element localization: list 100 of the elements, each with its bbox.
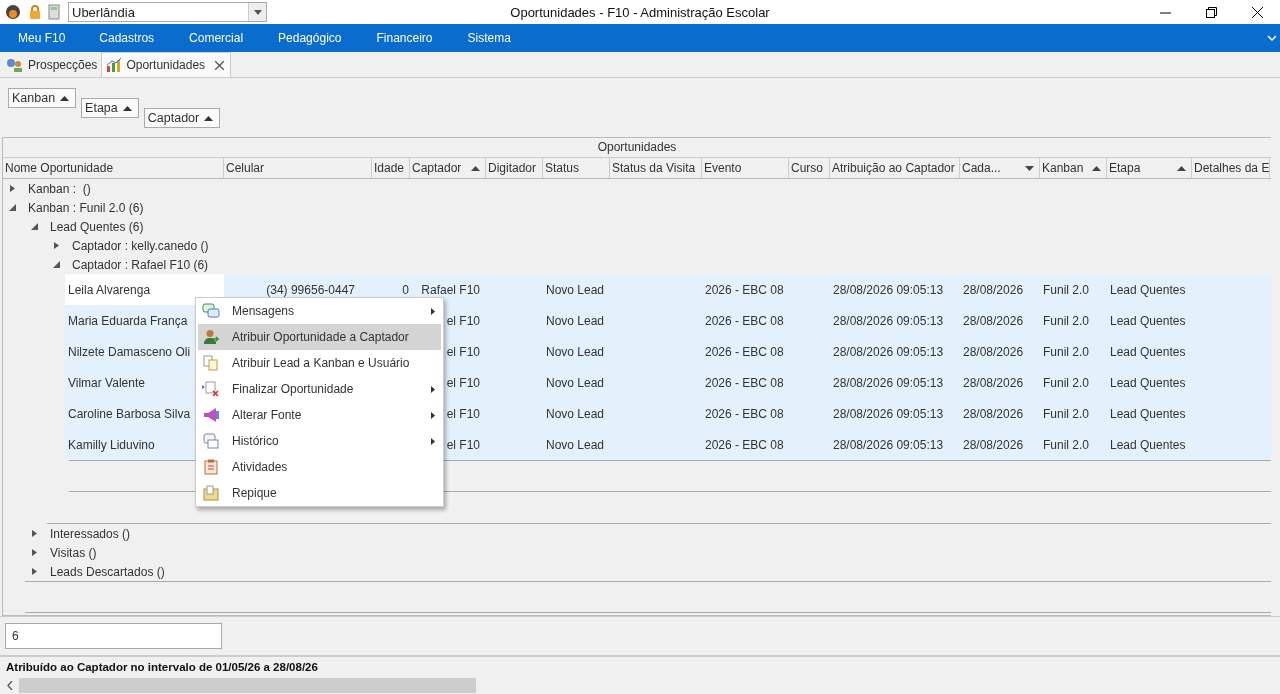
table-cell: el F10	[446, 313, 480, 328]
expand-arrow-icon[interactable]	[31, 549, 38, 556]
context-menu-item[interactable]: Atribuir Oportunidade a Captador	[198, 324, 441, 350]
tab[interactable]: Oportunidades	[101, 52, 232, 77]
scrollbar-thumb[interactable]	[19, 678, 476, 693]
document-icon	[203, 433, 219, 449]
column-header[interactable]: Detalhes da E	[1192, 158, 1270, 178]
table-cell: Vilmar Valente	[68, 375, 145, 390]
column-header[interactable]: Kanban	[1040, 158, 1107, 178]
group-row-label[interactable]: Interessados ()	[50, 526, 131, 541]
dropdown-caret-icon	[253, 9, 262, 15]
table-cell: 2026 - EBC 08	[705, 375, 784, 390]
table-cell: Lead Quentes	[1110, 406, 1186, 421]
table-cell: el F10	[446, 375, 480, 390]
column-header[interactable]: Status	[543, 158, 610, 178]
menu-item[interactable]: Financeiro	[376, 31, 433, 45]
menu-item[interactable]: Sistema	[467, 31, 511, 45]
table-cell: el F10	[446, 406, 480, 421]
table-cell: 28/08/2026 09:05:13	[833, 344, 944, 359]
group-row-label[interactable]: Captador : kelly.canedo ()	[72, 238, 209, 253]
column-header[interactable]: Cada...	[960, 158, 1040, 178]
column-header[interactable]: Celular	[224, 158, 372, 178]
column-header[interactable]: Nome Oportunidade	[3, 158, 224, 178]
data-row[interactable]: Leila Alvarenga (34) 99656-0447 0 Rafael F10 Novo Lead 2026 - EBC 08 28/08/2026 09:05:13 28/08/2026 Funil 2.0 Lead Quentes	[65, 274, 1271, 305]
collapse-arrow-icon[interactable]	[31, 223, 38, 230]
table-cell: Maria Eduarda França	[68, 313, 188, 328]
table-cell: 2026 - EBC 08	[705, 344, 784, 359]
context-menu-item[interactable]: Repique	[198, 480, 441, 506]
table-cell: 28/08/2026	[963, 313, 1024, 328]
table-cell: Funil 2.0	[1043, 406, 1090, 421]
table-cell: Funil 2.0	[1043, 437, 1090, 452]
expand-arrow-icon[interactable]	[53, 242, 60, 249]
count-field[interactable]: 6	[5, 623, 222, 649]
group-row-label[interactable]: Captador : Rafael F10 (6)	[72, 257, 209, 272]
column-header[interactable]: Digitador	[486, 158, 543, 178]
table-cell: Lead Quentes	[1110, 437, 1186, 452]
expand-arrow-icon[interactable]	[31, 568, 38, 575]
menu-item[interactable]: Pedagógico	[278, 31, 342, 45]
table-cell: 28/08/2026	[963, 282, 1024, 297]
lock-icon	[28, 4, 42, 20]
group-by-chip[interactable]: Etapa	[81, 98, 139, 118]
group-row-label[interactable]: Lead Quentes (6)	[50, 219, 144, 234]
table-cell: Novo Lead	[546, 282, 605, 297]
table-cell: el F10	[446, 344, 480, 359]
group-row-label[interactable]: Leads Descartados ()	[50, 564, 165, 579]
group-row-label[interactable]: Kanban : Funil 2.0 (6)	[28, 200, 144, 215]
clipboard-icon	[204, 459, 218, 475]
table-cell: 28/08/2026 09:05:13	[833, 437, 944, 452]
table-cell: Funil 2.0	[1043, 313, 1090, 328]
table-cell: 0	[402, 282, 409, 297]
menu-item[interactable]: Cadastros	[99, 31, 155, 45]
documents-icon	[203, 355, 219, 371]
group-row-label[interactable]: Visitas ()	[50, 545, 97, 560]
megaphone-icon	[202, 407, 220, 423]
band-header: Oportunidades	[3, 138, 1271, 158]
table-cell: Rafael F10	[421, 282, 480, 297]
table-cell: Novo Lead	[546, 406, 605, 421]
table-cell: 2026 - EBC 08	[705, 313, 784, 328]
group-by-chip[interactable]: Captador	[143, 108, 221, 128]
table-cell: 2026 - EBC 08	[705, 437, 784, 452]
column-header[interactable]: Curso	[789, 158, 830, 178]
context-menu-item[interactable]: Alterar Fonte	[198, 402, 441, 428]
window-title: Oportunidades - F10 - Administração Escolar	[510, 4, 770, 20]
app-logo-icon	[4, 4, 22, 20]
table-cell: 28/08/2026	[963, 437, 1024, 452]
close-tab-icon[interactable]	[215, 60, 225, 70]
scroll-left-icon[interactable]	[7, 681, 13, 690]
table-cell: Lead Quentes	[1110, 375, 1186, 390]
table-cell: Novo Lead	[546, 344, 605, 359]
people-search-icon	[6, 56, 24, 73]
table-cell: 28/08/2026	[963, 375, 1024, 390]
chart-icon	[106, 57, 123, 73]
table-cell: 2026 - EBC 08	[705, 282, 784, 297]
column-header[interactable]: Etapa	[1107, 158, 1192, 178]
group-by-chip[interactable]: Kanban	[8, 88, 77, 108]
table-cell: 2026 - EBC 08	[705, 406, 784, 421]
column-header[interactable]: Evento	[702, 158, 789, 178]
city-dropdown[interactable]: Uberlândia	[68, 2, 267, 22]
column-header[interactable]: Status da Visita	[610, 158, 702, 178]
table-cell: Nilzete Damasceno Oli	[68, 344, 191, 359]
expand-arrow-icon[interactable]	[9, 185, 16, 192]
collapse-arrow-icon[interactable]	[9, 204, 16, 211]
column-header[interactable]: Idade	[372, 158, 410, 178]
close-icon	[1251, 6, 1263, 18]
restore-icon	[1205, 6, 1217, 18]
table-cell: Lead Quentes	[1110, 344, 1186, 359]
collapse-arrow-icon[interactable]	[53, 261, 60, 268]
document-x-icon	[202, 381, 220, 397]
column-header[interactable]: Atribuição ao Captador	[830, 158, 960, 178]
calculator-icon	[48, 4, 60, 20]
expand-arrow-icon[interactable]	[31, 530, 38, 537]
table-cell: 28/08/2026 09:05:13	[833, 313, 944, 328]
menu-item[interactable]: Meu F10	[18, 31, 66, 45]
group-row-label[interactable]: Kanban : ()	[28, 181, 91, 196]
column-header[interactable]: Captador	[410, 158, 486, 178]
menu-item[interactable]: Comercial	[189, 31, 244, 45]
tab[interactable]: Prospecções	[2, 52, 102, 77]
chevron-down-icon[interactable]	[1267, 35, 1277, 41]
table-cell: Leila Alvarenga	[68, 282, 151, 297]
context-menu-item[interactable]: Histórico	[198, 428, 441, 454]
